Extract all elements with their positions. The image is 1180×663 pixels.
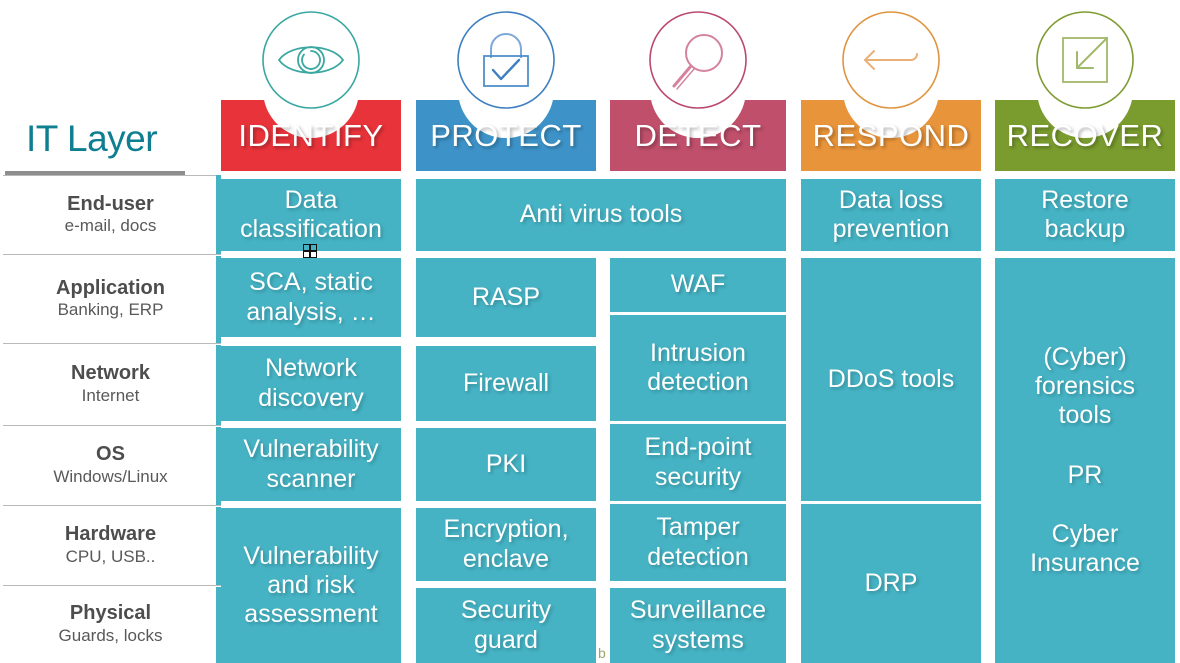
restore-square-icon <box>1035 10 1135 110</box>
cell-text: Tamper detection <box>647 513 749 571</box>
layer-sub: Guards, locks <box>58 625 163 645</box>
cell-text: Security guard <box>460 596 552 654</box>
function-header-identify[interactable]: IDENTIFY <box>221 100 401 171</box>
cell-text: PKI <box>485 449 527 478</box>
cursor-box <box>303 244 317 258</box>
function-header-detect[interactable]: DETECT <box>610 100 786 171</box>
layer-row-end-user: End-user e-mail, docs <box>0 175 221 254</box>
cell-text: Data classification <box>240 185 382 243</box>
cell-text: Cyber Insurance <box>1030 519 1140 577</box>
layer-name: Physical <box>69 602 152 625</box>
matrix-cell-recover-end-user[interactable]: Restore backup <box>995 179 1175 251</box>
cell-text: Encryption, enclave <box>443 515 569 573</box>
row-divider <box>3 343 221 344</box>
row-divider <box>3 175 221 176</box>
layer-row-os: OS Windows/Linux <box>0 425 221 505</box>
cell-text: SCA, static analysis, … <box>246 268 376 326</box>
matrix-cell-identify-hardware-physical[interactable]: Vulnerability and risk assessment <box>221 508 401 663</box>
function-label: DETECT <box>634 117 762 153</box>
framework-matrix: IT Layer End-user e-mail, docs Applicati… <box>0 0 1180 663</box>
cell-text: PR <box>1067 460 1103 489</box>
matrix-cell-identify-end-user[interactable]: Data classification <box>221 179 401 251</box>
page-title: IT Layer <box>26 118 158 159</box>
watermark: b <box>598 645 606 661</box>
row-divider <box>3 505 221 506</box>
cell-text: End-point security <box>644 433 752 491</box>
layer-row-application: Application Banking, ERP <box>0 254 221 343</box>
cell-text: Data loss prevention <box>832 185 950 243</box>
cell-text: Vulnerability scanner <box>243 435 379 493</box>
cell-text: Firewall <box>462 368 550 397</box>
eye-icon <box>261 10 361 110</box>
row-divider <box>3 425 221 426</box>
layer-row-network: Network Internet <box>0 343 221 425</box>
cell-text: Intrusion detection <box>647 338 749 396</box>
matrix-cell-detect-application-waf[interactable]: WAF <box>610 258 786 312</box>
function-header-protect[interactable]: PROTECT <box>416 100 596 171</box>
lock-check-icon <box>456 10 556 110</box>
function-label: PROTECT <box>430 117 582 153</box>
layer-sub: Windows/Linux <box>53 466 168 486</box>
cell-text: RASP <box>471 282 541 311</box>
function-label: RECOVER <box>1006 117 1164 153</box>
matrix-cell-protect-hardware[interactable]: Encryption, enclave <box>416 508 596 581</box>
matrix-cell-respond-drp[interactable]: DRP <box>801 504 981 663</box>
row-divider <box>3 585 221 586</box>
cell-text: Surveillance systems <box>629 596 767 654</box>
matrix-cell-identify-os[interactable]: Vulnerability scanner <box>221 428 401 501</box>
layer-sub: Banking, ERP <box>57 300 164 320</box>
matrix-cell-respond-end-user[interactable]: Data loss prevention <box>801 179 981 251</box>
cell-text: Anti virus tools <box>519 200 683 229</box>
matrix-cell-identify-application[interactable]: SCA, static analysis, … <box>221 258 401 337</box>
layer-name: OS <box>96 443 125 466</box>
layer-row-hardware: Hardware CPU, USB.. <box>0 505 221 585</box>
cell-text: (Cyber) forensics tools <box>1034 342 1136 430</box>
cell-text: DDoS tools <box>827 364 955 393</box>
matrix-cell-detect-physical[interactable]: Surveillance systems <box>610 588 786 663</box>
matrix-cell-identify-network[interactable]: Network discovery <box>221 346 401 421</box>
cell-text: Vulnerability and risk assessment <box>243 541 379 629</box>
cell-text: Network discovery <box>258 354 364 412</box>
matrix-cell-detect-os[interactable]: End-point security <box>610 424 786 501</box>
left-arrow-icon <box>841 10 941 110</box>
matrix-cell-detect-network-intrusion[interactable]: Intrusion detection <box>610 315 786 421</box>
layer-row-physical: Physical Guards, locks <box>0 585 221 663</box>
layer-sub: Internet <box>81 385 140 405</box>
matrix-cell-protect-os[interactable]: PKI <box>416 428 596 501</box>
layer-name: Application <box>56 276 165 299</box>
layer-name: Hardware <box>64 523 157 546</box>
matrix-cell-detect-hardware[interactable]: Tamper detection <box>610 504 786 581</box>
cell-text: WAF <box>670 270 726 299</box>
matrix-cell-recover-merged[interactable]: (Cyber) forensics tools PR Cyber Insurance <box>995 258 1175 663</box>
matrix-cell-protect-network[interactable]: Firewall <box>416 346 596 421</box>
matrix-cell-antivirus-end-user[interactable]: Anti virus tools <box>416 179 786 251</box>
matrix-cell-respond-ddos[interactable]: DDoS tools <box>801 258 981 501</box>
magnifier-icon <box>648 10 748 110</box>
layer-sub: e-mail, docs <box>64 216 157 236</box>
layer-sub: CPU, USB.. <box>65 546 156 566</box>
layer-name: Network <box>71 362 150 385</box>
matrix-cell-protect-application[interactable]: RASP <box>416 258 596 337</box>
layer-name: End-user <box>67 192 154 215</box>
cell-text: Restore backup <box>1041 185 1129 243</box>
function-header-recover[interactable]: RECOVER <box>995 100 1175 171</box>
cell-text: DRP <box>864 568 918 597</box>
mouse-cursor <box>303 244 317 258</box>
function-label: IDENTIFY <box>238 117 384 153</box>
function-label: RESPOND <box>812 117 970 153</box>
matrix-cell-protect-physical[interactable]: Security guard <box>416 588 596 663</box>
function-header-respond[interactable]: RESPOND <box>801 100 981 171</box>
row-divider <box>3 254 221 255</box>
